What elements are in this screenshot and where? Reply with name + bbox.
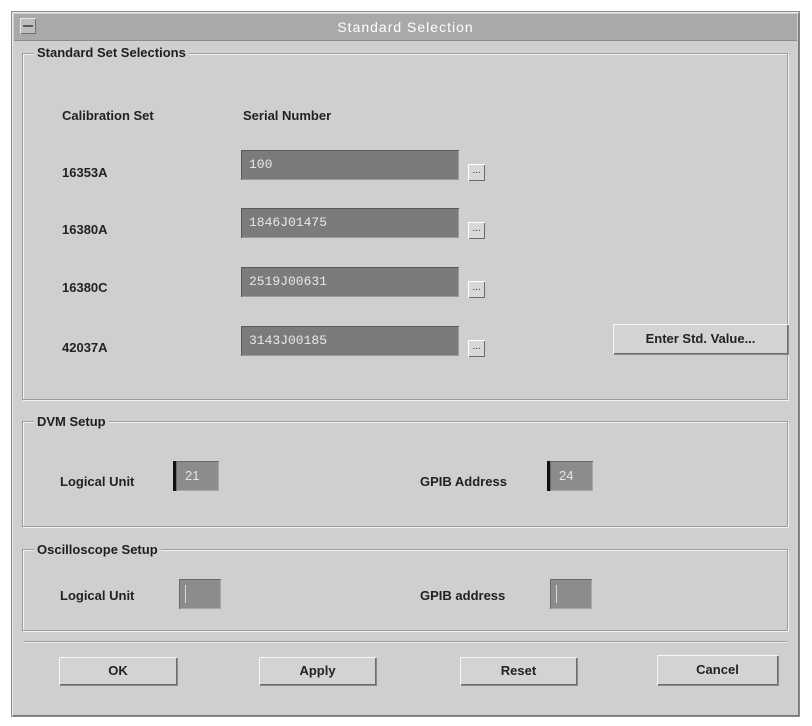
- browse-button[interactable]: ...: [468, 340, 485, 357]
- oscilloscope-logical-unit-label: Logical Unit: [60, 588, 135, 603]
- calibration-set-16380a: 16380A: [62, 222, 108, 237]
- cancel-button[interactable]: Cancel: [657, 655, 778, 685]
- serial-number-input[interactable]: 3143J00185: [241, 326, 459, 356]
- oscilloscope-setup-group-label: Oscilloscope Setup: [34, 542, 161, 557]
- calibration-set-16353a: 16353A: [62, 165, 108, 180]
- oscilloscope-gpib-address-input[interactable]: [550, 579, 592, 609]
- browse-button[interactable]: ...: [468, 281, 485, 298]
- dvm-setup-group: [22, 421, 788, 527]
- serial-number-input[interactable]: 1846J01475: [241, 208, 459, 238]
- serial-number-input[interactable]: 2519J00631: [241, 267, 459, 297]
- browse-button[interactable]: ...: [468, 164, 485, 181]
- serial-number-input[interactable]: 100: [241, 150, 459, 180]
- calibration-set-header: Calibration Set: [62, 108, 154, 123]
- calibration-set-42037a: 42037A: [62, 340, 108, 355]
- apply-button[interactable]: Apply: [259, 657, 376, 685]
- dvm-logical-unit-input[interactable]: 21: [173, 461, 219, 491]
- dvm-gpib-address-input[interactable]: 24: [547, 461, 593, 491]
- standard-set-group-label: Standard Set Selections: [34, 45, 189, 60]
- dvm-gpib-address-label: GPIB Address: [420, 474, 507, 489]
- dvm-logical-unit-label: Logical Unit: [60, 474, 135, 489]
- oscilloscope-logical-unit-input[interactable]: [179, 579, 221, 609]
- calibration-set-16380c: 16380C: [62, 280, 108, 295]
- oscilloscope-gpib-address-label: GPIB address: [420, 588, 506, 603]
- window-title: Standard Selection: [337, 19, 474, 35]
- ok-button[interactable]: OK: [59, 657, 177, 685]
- button-bar-separator: [24, 641, 787, 643]
- dvm-setup-group-label: DVM Setup: [34, 414, 109, 429]
- serial-number-header: Serial Number: [243, 108, 332, 123]
- browse-button[interactable]: ...: [468, 222, 485, 239]
- standard-selection-dialog: Standard Selection Standard Set Selectio…: [11, 11, 800, 717]
- oscilloscope-setup-group: [22, 549, 788, 631]
- title-bar[interactable]: Standard Selection: [14, 14, 797, 41]
- enter-std-value-button[interactable]: Enter Std. Value...: [613, 324, 788, 354]
- reset-button[interactable]: Reset: [460, 657, 577, 685]
